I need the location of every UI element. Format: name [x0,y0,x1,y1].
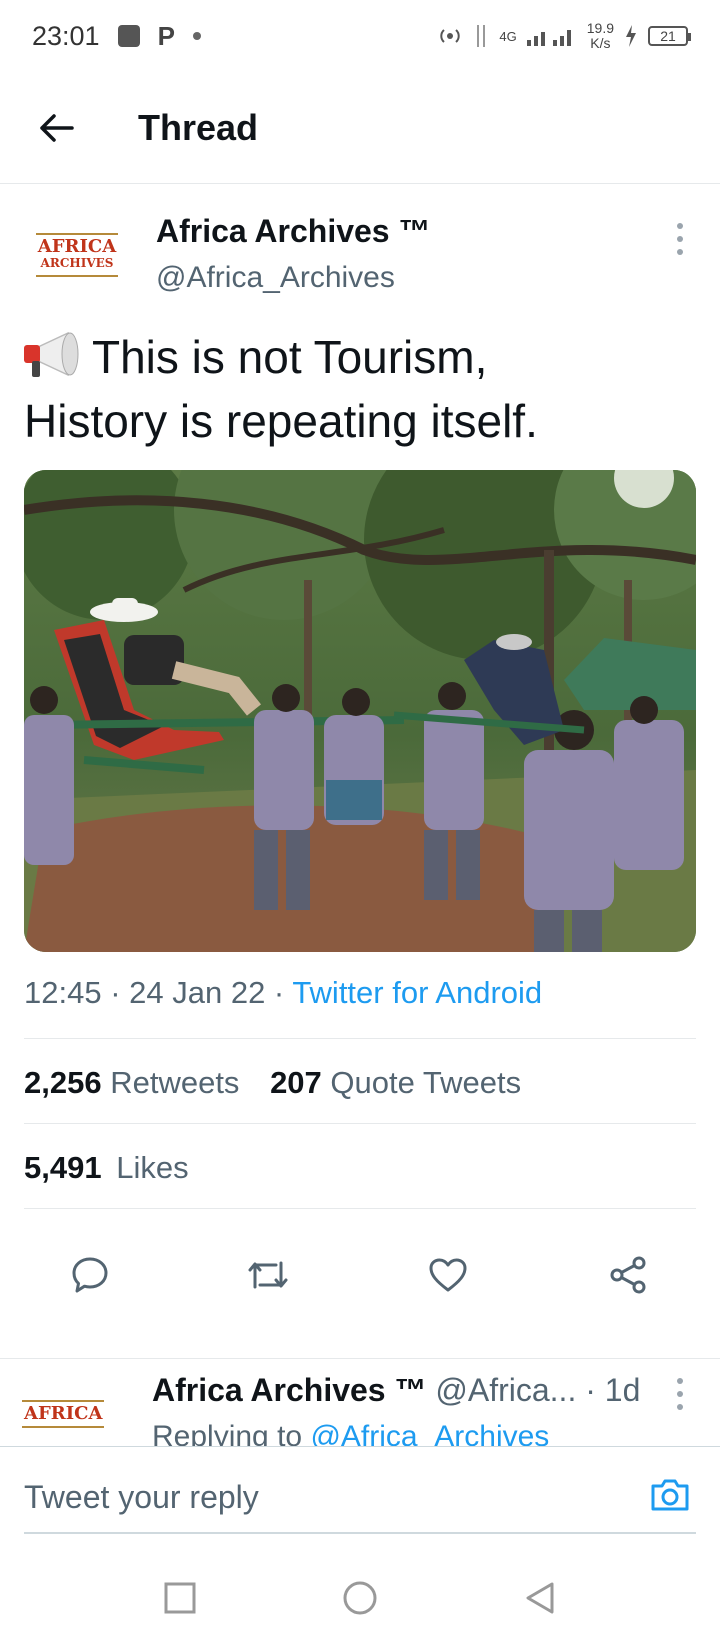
africa-archives-logo: AFRICA ARCHIVES [35,233,119,277]
retweets-stat[interactable]: 2,256 Retweets [24,1065,239,1100]
tweet-text-line2: History is repeating itself. [24,395,538,447]
likes-count: 5,491 [24,1150,102,1185]
avatar[interactable]: AFRICA [22,1400,105,1428]
battery-level: 21 [660,28,676,44]
divider [0,1358,720,1359]
reply-author-row[interactable]: Africa Archives ™ @Africa... · 1d [152,1372,640,1409]
tweet-stats-row: 2,256 Retweets 207 Quote Tweets [24,1065,521,1101]
africa-archives-logo: AFRICA [22,1400,105,1428]
tweet-meta: 12:45 · 24 Jan 22 · Twitter for Android [24,975,543,1010]
battery-icon: 21 [648,26,691,46]
retweets-label: Retweets [110,1065,240,1100]
divider [24,1208,696,1209]
camera-icon [651,1479,689,1511]
tweet-actions [0,1235,720,1315]
system-nav-bar [0,1550,720,1640]
home-button[interactable] [340,1578,380,1618]
camera-button[interactable] [648,1475,692,1515]
retweet-icon [248,1261,288,1289]
share-icon [610,1256,646,1294]
reply-compose-bar [0,1446,720,1547]
system-back-button[interactable] [520,1578,560,1618]
status-bar: 23:01 P 4G 19.9 K/s 21 [0,0,720,72]
tweet-text: This is not Tourism, History is repeatin… [24,325,694,453]
avatar[interactable]: AFRICA ARCHIVES [22,217,132,293]
parking-app-icon: P [157,20,175,51]
reply-author-name: Africa Archives ™ [152,1372,427,1408]
likes-label: Likes [116,1150,189,1185]
reply-author-handle: @Africa... [435,1372,577,1408]
likes-stat[interactable]: 5,491 Likes [24,1150,189,1186]
speed-value: 19.9 [586,20,614,36]
tweet-source-link[interactable]: Twitter for Android [292,975,542,1010]
back-button[interactable] [26,98,86,158]
more-options-button[interactable] [670,219,690,259]
more-dot-icon [677,1391,683,1397]
reply-age: · 1d [585,1372,641,1408]
notification-dot-icon [192,32,201,40]
notification-square-icon [117,25,140,47]
tweet-author-row: AFRICA ARCHIVES Africa Archives ™ @Afric… [0,205,720,305]
speed-unit: K/s [590,35,611,51]
retweet-button[interactable] [246,1253,290,1297]
more-dot-icon [677,1404,683,1410]
compose-underline [24,1532,696,1534]
tweet-date: 24 Jan 22 [129,975,266,1010]
arrow-left-icon [40,113,74,142]
reply-tweet[interactable]: AFRICA Africa Archives ™ @Africa... · 1d… [0,1360,720,1450]
author-handle[interactable]: @Africa_Archives [156,261,395,295]
more-dot-icon [677,249,683,255]
reply-button[interactable] [68,1253,112,1297]
author-name[interactable]: Africa Archives ™ [156,213,430,250]
photo-forest-scene [24,470,696,952]
retweets-count: 2,256 [24,1065,102,1100]
heart-icon [429,1258,467,1292]
signal-strength-icon [526,30,571,46]
network-type: 4G [499,29,517,44]
thread-header: Thread [0,72,720,184]
quote-tweets-stat[interactable]: 207 Quote Tweets [270,1065,521,1100]
triangle-back-icon [526,1582,554,1614]
tweet-time: 12:45 [24,975,102,1010]
megaphone-icon [24,331,79,377]
circle-icon [343,1581,377,1615]
charging-icon [626,25,636,47]
tweet-photo[interactable] [24,470,696,952]
divider [24,1123,696,1124]
share-button[interactable] [606,1253,650,1297]
more-dot-icon [677,1378,683,1384]
quotes-label: Quote Tweets [330,1065,522,1100]
data-transfer-icon [477,25,486,47]
reply-more-options-button[interactable] [670,1374,690,1414]
quotes-count: 207 [270,1065,322,1100]
divider [24,1038,696,1039]
page-title: Thread [138,106,259,148]
reply-bubble-icon [72,1257,108,1293]
recents-button[interactable] [160,1578,200,1618]
more-dot-icon [677,236,683,242]
hotspot-icon [440,29,461,43]
network-speed: 19.9 K/s [587,21,614,51]
logo-line1: AFRICA [37,236,117,257]
like-button[interactable] [426,1253,470,1297]
status-time: 23:01 [32,20,100,51]
logo-line1: AFRICA [24,1403,103,1424]
square-icon [164,1582,196,1614]
tweet-text-line1: This is not Tourism, [92,331,488,383]
logo-line2: ARCHIVES [40,256,114,270]
more-dot-icon [677,223,683,229]
